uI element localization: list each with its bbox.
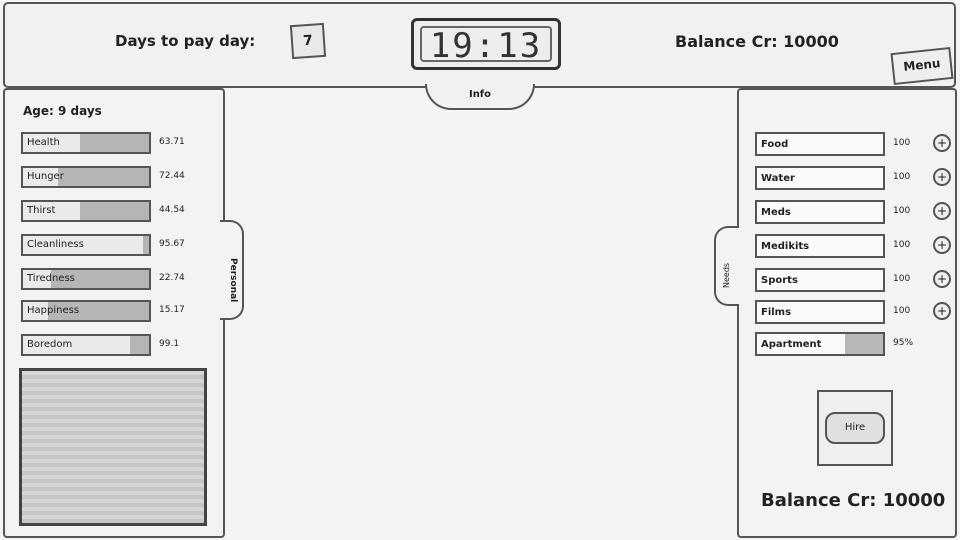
stat-row-boredom: Boredom 99.1 <box>21 334 211 356</box>
stat-row-cleanliness: Cleanliness 95.67 <box>21 234 211 256</box>
need-bar: Meds <box>755 200 885 224</box>
add-films-button[interactable]: + <box>933 302 951 320</box>
add-meds-button[interactable]: + <box>933 202 951 220</box>
need-row-water: Water 100 + <box>755 166 951 190</box>
days-to-payday-label: Days to pay day: <box>115 32 256 50</box>
apartment-fill <box>845 334 883 354</box>
need-bar: Sports <box>755 268 885 292</box>
stat-bar: Health <box>21 132 151 154</box>
stat-bar: Thirst <box>21 200 151 222</box>
hire-button[interactable]: Hire <box>817 390 893 466</box>
apartment-bar: Apartment <box>755 332 885 356</box>
stat-bar: Tiredness <box>21 268 151 290</box>
need-value: 100 <box>893 138 911 148</box>
stat-value: 95.67 <box>159 239 185 249</box>
need-label: Meds <box>761 207 791 218</box>
stat-label: Health <box>27 137 60 148</box>
stat-label: Hunger <box>27 171 64 182</box>
stat-value: 15.17 <box>159 305 185 315</box>
need-row-meds: Meds 100 + <box>755 200 951 224</box>
info-tab[interactable]: Info <box>425 84 535 110</box>
stat-value: 72.44 <box>159 171 185 181</box>
need-bar: Medikits <box>755 234 885 258</box>
stat-row-tiredness: Tiredness 22.74 <box>21 268 211 290</box>
need-value: 100 <box>893 172 911 182</box>
stat-value: 22.74 <box>159 273 185 283</box>
stat-bar: Happiness <box>21 300 151 322</box>
need-label: Medikits <box>761 241 810 252</box>
needs-tab-label: Needs <box>722 262 731 288</box>
need-value: 100 <box>893 306 911 316</box>
need-row-food: Food 100 + <box>755 132 951 156</box>
need-row-medikits: Medikits 100 + <box>755 234 951 258</box>
needs-tab[interactable]: Needs <box>714 226 739 306</box>
stat-value: 44.54 <box>159 205 185 215</box>
stat-fill <box>79 134 149 152</box>
stat-label: Happiness <box>27 305 80 316</box>
top-bar: Days to pay day: 7 19:13 Balance Cr: 100… <box>3 2 956 88</box>
hire-button-label: Hire <box>825 412 885 444</box>
stat-fill <box>58 168 149 186</box>
need-row-films: Films 100 + <box>755 300 951 324</box>
clock-display: 19:13 <box>411 18 561 70</box>
stat-fill <box>79 202 149 220</box>
stat-row-happiness: Happiness 15.17 <box>21 300 211 322</box>
need-bar: Films <box>755 300 885 324</box>
menu-button[interactable]: Menu <box>890 46 954 86</box>
need-bar: Food <box>755 132 885 156</box>
days-to-payday-value: 7 <box>289 22 327 60</box>
balance-bottom: Balance Cr: 10000 <box>761 490 946 511</box>
stat-fill <box>130 336 149 354</box>
character-display <box>19 368 207 526</box>
add-water-button[interactable]: + <box>933 168 951 186</box>
need-value: 100 <box>893 206 911 216</box>
personal-tab-label: Personal <box>228 258 238 303</box>
stat-bar: Cleanliness <box>21 234 151 256</box>
stat-bar: Boredom <box>21 334 151 356</box>
balance-display: Balance Cr: 10000 <box>675 32 839 51</box>
need-value: 100 <box>893 274 911 284</box>
need-row-sports: Sports 100 + <box>755 268 951 292</box>
need-label: Food <box>761 139 789 150</box>
stat-fill <box>142 236 149 254</box>
add-food-button[interactable]: + <box>933 134 951 152</box>
stat-row-thirst: Thirst 44.54 <box>21 200 211 222</box>
need-row-apartment: Apartment 95% <box>755 332 945 356</box>
add-sports-button[interactable]: + <box>933 270 951 288</box>
need-label: Apartment <box>761 339 822 350</box>
stat-value: 99.1 <box>159 339 180 349</box>
stat-row-hunger: Hunger 72.44 <box>21 166 211 188</box>
apartment-value: 95% <box>893 338 914 348</box>
need-label: Films <box>761 307 792 318</box>
age-label: Age: 9 days <box>23 104 102 118</box>
needs-panel: Food 100 + Water 100 + Meds 100 + Mediki… <box>737 88 957 538</box>
stat-value: 63.71 <box>159 137 185 147</box>
stat-row-health: Health 63.71 <box>21 132 211 154</box>
stat-bar: Hunger <box>21 166 151 188</box>
need-label: Water <box>761 173 795 184</box>
stat-label: Boredom <box>27 339 73 350</box>
personal-panel: Age: 9 days Health 63.71 Hunger 72.44 Th… <box>3 88 225 538</box>
stat-label: Cleanliness <box>27 239 84 250</box>
clock-digits: 19:13 <box>420 26 552 64</box>
add-medikits-button[interactable]: + <box>933 236 951 254</box>
stat-label: Thirst <box>27 205 56 216</box>
personal-tab[interactable]: Personal <box>220 220 244 320</box>
need-value: 100 <box>893 240 911 250</box>
need-bar: Water <box>755 166 885 190</box>
need-label: Sports <box>761 275 798 286</box>
stat-label: Tiredness <box>27 273 75 284</box>
